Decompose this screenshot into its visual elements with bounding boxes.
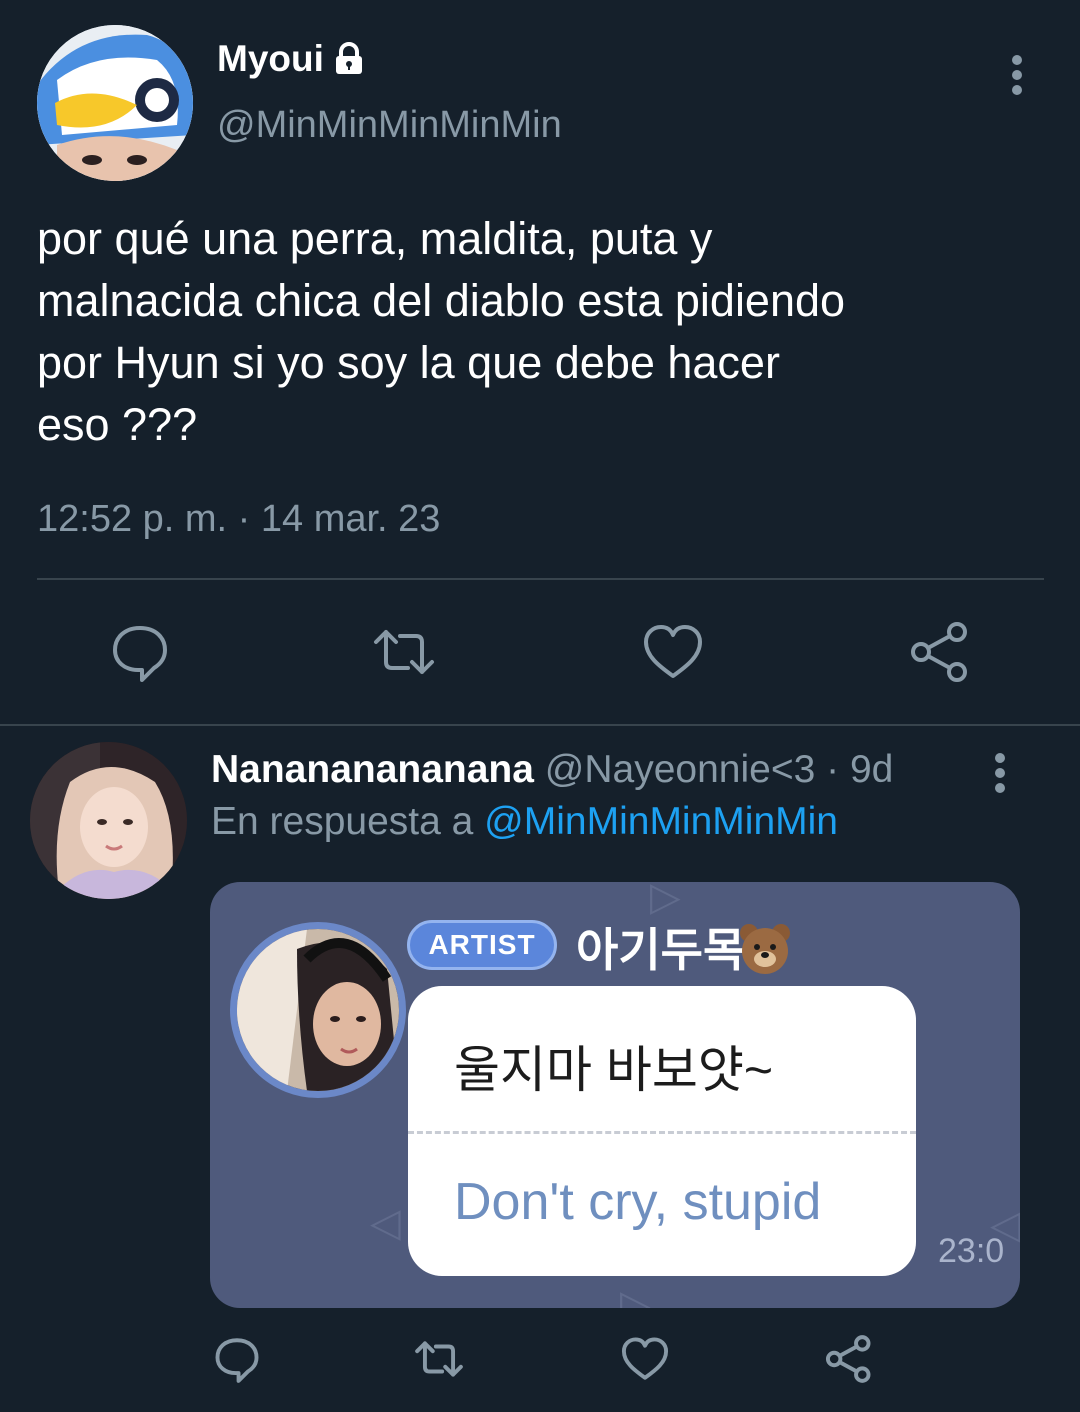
media-image[interactable]: ▷ ◁ ◁ ▷ ARTIST 아기두목 울지마 바보얏~ Don't cry, … [210, 882, 1020, 1308]
divider [0, 724, 1080, 726]
message-time: 23:0 [938, 1232, 1005, 1270]
handle[interactable]: @MinMinMinMinMin [217, 104, 562, 147]
handle-and-time[interactable]: @Nayeonnie<3 · 9d [534, 748, 894, 791]
share-icon[interactable] [908, 620, 972, 684]
message-english: Don't cry, stupid [454, 1173, 822, 1231]
artist-avatar [230, 922, 406, 1098]
reply-icon[interactable] [212, 1334, 262, 1384]
replying-to: En respuesta a @MinMinMinMinMin [211, 800, 838, 844]
retweet-icon[interactable] [372, 620, 436, 684]
lock-icon [332, 42, 366, 76]
avatar[interactable] [37, 25, 193, 181]
like-icon[interactable] [641, 620, 705, 684]
timestamp[interactable]: 12:52 p. m. · 14 mar. 23 [37, 498, 440, 541]
message-korean: 울지마 바보얏~ [454, 1042, 774, 1098]
tweet-text: por qué una perra, maldita, puta y malna… [37, 213, 846, 450]
display-name-text[interactable]: Myoui [217, 38, 324, 80]
like-icon[interactable] [620, 1334, 670, 1384]
more-vertical-icon[interactable] [1003, 52, 1031, 100]
background-pattern: ◁ [370, 1201, 401, 1245]
background-pattern: ▷ [620, 1283, 651, 1308]
reply-icon[interactable] [108, 620, 172, 684]
artist-badge: ARTIST [407, 920, 557, 970]
display-name[interactable]: Nanananananana [211, 748, 534, 791]
artist-name: 아기두목 [576, 924, 746, 976]
display-name[interactable]: Myoui [217, 38, 366, 80]
share-icon[interactable] [824, 1334, 874, 1384]
message-bubble: 울지마 바보얏~ Don't cry, stupid [408, 986, 916, 1276]
divider [37, 578, 1044, 580]
dashed-divider [408, 1131, 916, 1134]
reply-header: Nanananananana @Nayeonnie<3 · 9d [211, 748, 893, 792]
mention-link[interactable]: @MinMinMinMinMin [484, 800, 838, 843]
replying-prefix: En respuesta a [211, 800, 485, 843]
bear-emoji-icon [738, 922, 792, 976]
avatar[interactable] [30, 742, 187, 899]
more-vertical-icon[interactable] [986, 752, 1014, 796]
retweet-icon[interactable] [414, 1334, 464, 1384]
